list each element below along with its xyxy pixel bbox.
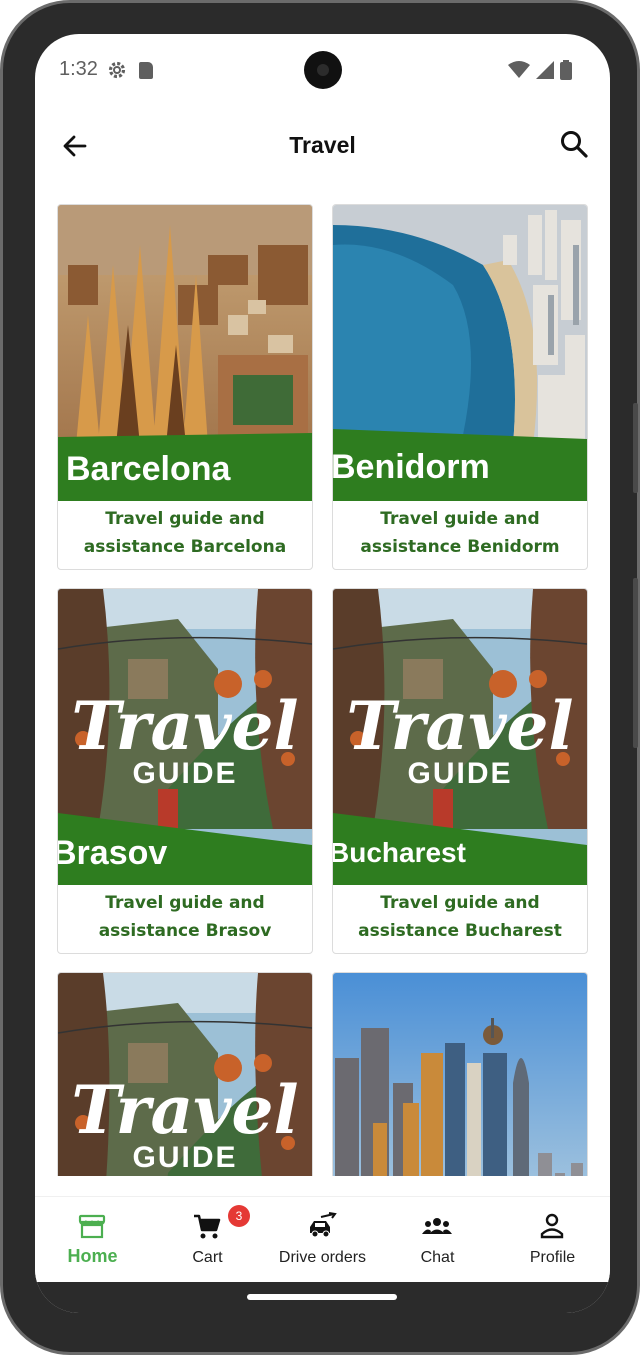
poster-title: Travel <box>71 687 299 765</box>
bottom-navigation: Home 3 Cart Drive orders Chat Profile <box>35 1196 610 1283</box>
card-city-skyline[interactable] <box>332 972 588 1176</box>
status-bar: 1:32 <box>35 34 610 106</box>
nav-label: Cart <box>192 1249 223 1266</box>
nav-label: Drive orders <box>278 1249 367 1266</box>
poster-title: Travel <box>346 687 574 765</box>
group-icon <box>422 1218 452 1234</box>
status-time: 1:32 <box>59 58 98 80</box>
nav-label: Chat <box>420 1249 455 1266</box>
card-caption: Travel guide and assistance Bucharest <box>333 889 587 945</box>
store-icon <box>78 1214 106 1239</box>
gesture-bar <box>35 1282 610 1313</box>
poster-subtitle: GUIDE <box>132 757 238 790</box>
card-image: Benidorm <box>333 205 587 501</box>
nav-label: Profile <box>529 1249 576 1266</box>
poster-subtitle: GUIDE <box>132 1141 238 1174</box>
nav-label: Home <box>67 1246 118 1266</box>
wifi-icon <box>508 61 530 78</box>
nav-chat[interactable]: Chat <box>380 1197 495 1283</box>
gear-icon <box>108 61 126 79</box>
travel-guide-grid: Barcelona Travel guide and assistance Ba… <box>57 204 588 1176</box>
card-caption: Travel guide and assistance Barcelona <box>58 505 312 561</box>
nav-cart[interactable]: 3 Cart <box>150 1197 265 1283</box>
page-title: Travel <box>289 132 356 158</box>
car-icon <box>310 1212 337 1238</box>
home-gesture-handle[interactable] <box>247 1294 397 1300</box>
card-benidorm[interactable]: Benidorm Travel guide and assistance Ben… <box>332 204 588 570</box>
card-image: Travel GUIDE <box>58 973 312 1176</box>
card-caption: Travel guide and assistance Brasov <box>58 889 312 945</box>
card-banner-title: Barcelona <box>66 450 231 488</box>
card-image: Travel GUIDE Bucharest <box>333 589 587 885</box>
person-icon <box>540 1213 564 1239</box>
card-brasov[interactable]: Travel GUIDE Brasov Travel guide and ass… <box>57 588 313 954</box>
card-travel-guide[interactable]: Travel GUIDE <box>57 972 313 1176</box>
volume-button <box>633 403 638 493</box>
caption-line: Travel guide and <box>380 509 540 529</box>
caption-line: assistance Bucharest <box>358 921 562 941</box>
phone-frame: 1:32 Travel Barcelona Travel guide and a… <box>0 0 640 1355</box>
card-barcelona[interactable]: Barcelona Travel guide and assistance Ba… <box>57 204 313 570</box>
poster-title: Travel <box>71 1071 299 1149</box>
sd-card-icon <box>139 62 153 79</box>
card-banner-title: Brasov <box>58 834 168 872</box>
power-button <box>633 578 638 748</box>
caption-line: assistance Benidorm <box>360 537 560 557</box>
card-banner-title: Benidorm <box>333 448 490 486</box>
cart-count-badge: 3 <box>228 1205 250 1227</box>
cart-icon <box>194 1214 221 1239</box>
caption-line: Travel guide and <box>105 509 265 529</box>
nav-profile[interactable]: Profile <box>495 1197 610 1283</box>
search-icon[interactable] <box>558 128 590 160</box>
caption-line: Travel guide and <box>105 893 265 913</box>
card-caption: Travel guide and assistance Benidorm <box>333 505 587 561</box>
card-banner-title: Bucharest <box>333 837 466 868</box>
front-camera <box>304 51 342 89</box>
signal-icon <box>536 61 554 79</box>
nav-home[interactable]: Home <box>35 1197 150 1283</box>
caption-line: Travel guide and <box>380 893 540 913</box>
card-image: Barcelona <box>58 205 312 501</box>
card-image: Travel GUIDE Brasov <box>58 589 312 885</box>
app-bar: Travel <box>35 106 610 186</box>
caption-line: assistance Barcelona <box>83 537 287 557</box>
nav-drive-orders[interactable]: Drive orders <box>265 1197 380 1283</box>
caption-line: assistance Brasov <box>98 921 272 941</box>
card-image <box>333 973 587 1176</box>
poster-subtitle: GUIDE <box>407 757 513 790</box>
screen: 1:32 Travel Barcelona Travel guide and a… <box>35 34 610 1313</box>
card-bucharest[interactable]: Travel GUIDE Bucharest Travel guide and … <box>332 588 588 954</box>
battery-icon <box>560 60 572 80</box>
